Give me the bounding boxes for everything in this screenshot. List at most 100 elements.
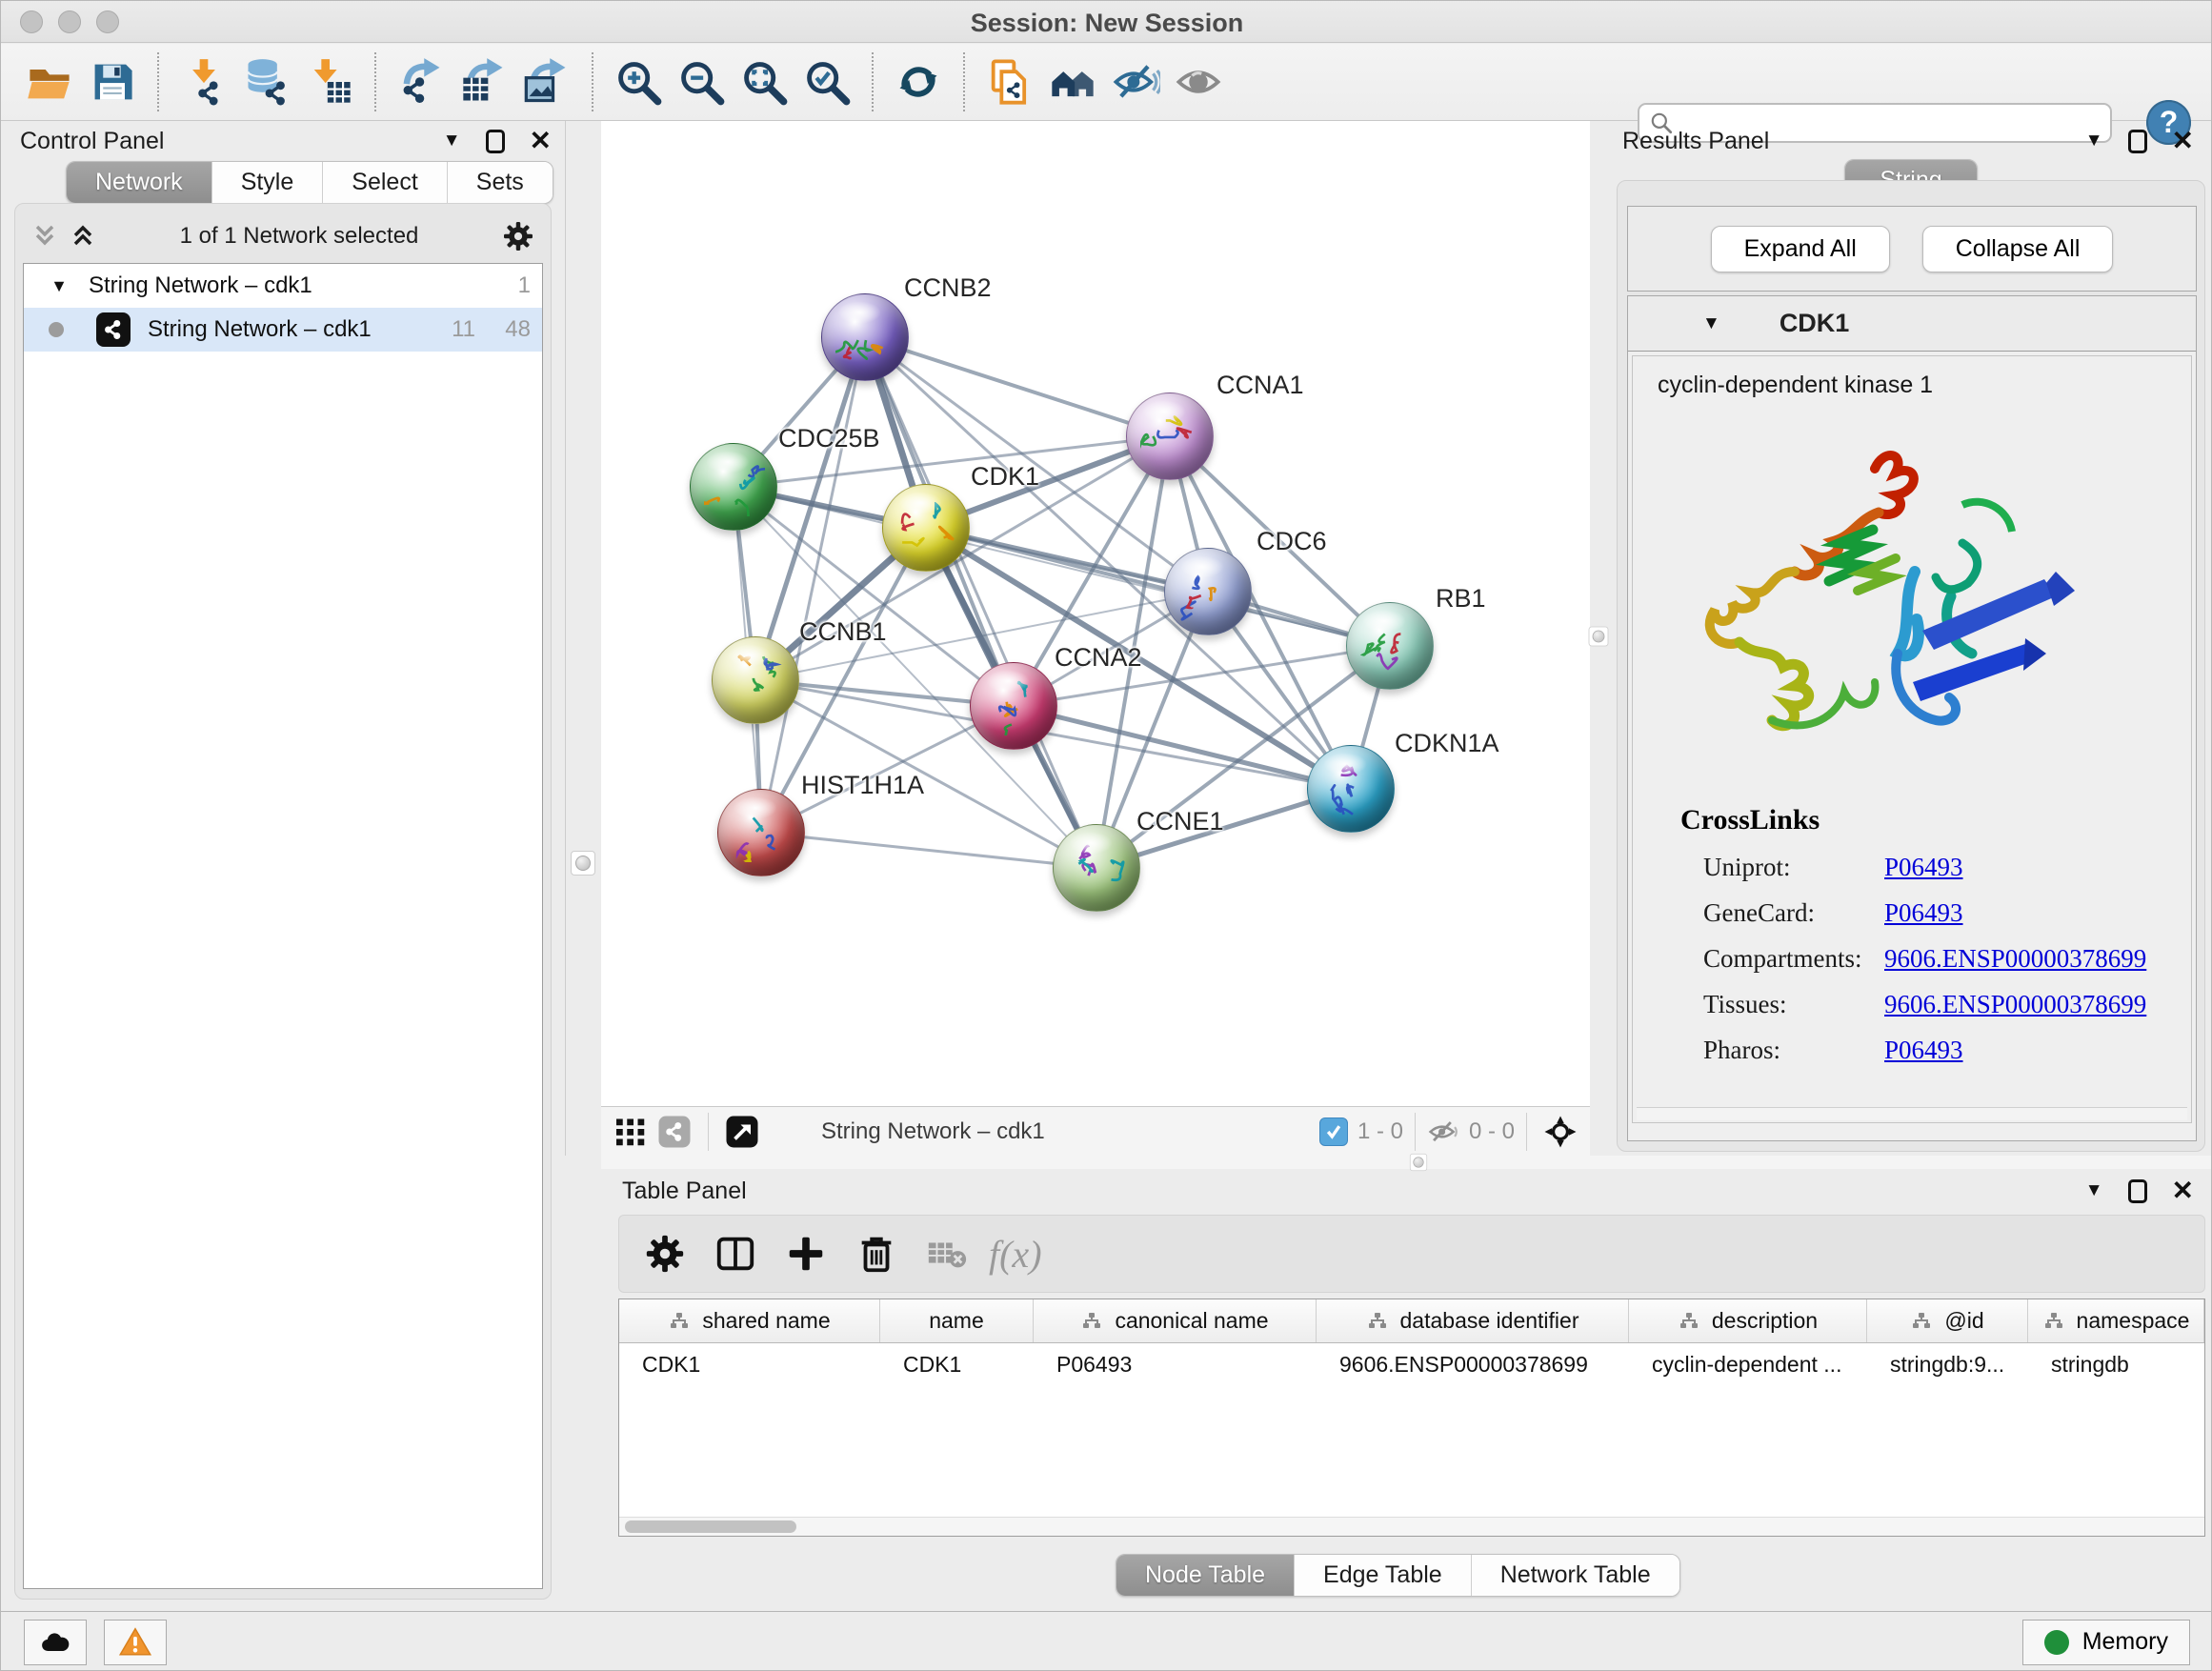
refresh-button[interactable] [887,51,950,112]
network-tree-row[interactable]: String Network – cdk11148 [24,308,542,352]
table-cell[interactable]: 9606.ENSP00000378699 [1317,1343,1629,1385]
zoom-selected-button[interactable] [795,51,858,112]
birdseye-grid-button[interactable] [609,1111,653,1153]
show-columns-button[interactable] [707,1225,764,1282]
network-edge[interactable] [761,833,1096,868]
network-node-cdc6[interactable] [1164,548,1252,635]
export-image-button[interactable] [515,51,578,112]
crosslink-link[interactable]: P06493 [1884,898,1963,928]
import-table-file-button[interactable] [298,51,361,112]
zoom-out-button[interactable] [670,51,733,112]
column-header-canonical-name[interactable]: canonical name [1034,1299,1317,1342]
column-header-description[interactable]: description [1629,1299,1867,1342]
crosslink-link[interactable]: P06493 [1884,853,1963,882]
network-node-ccnb1[interactable] [712,636,799,724]
results-panel-float-button[interactable] [2128,127,2147,155]
tab-network-table[interactable]: Network Table [1471,1555,1679,1596]
show-all-button[interactable] [1041,51,1104,112]
function-builder-button[interactable]: f(x) [989,1232,1042,1277]
table-panel-float-button[interactable] [2128,1177,2147,1205]
warnings-button[interactable] [104,1620,167,1665]
column-header-shared-name[interactable]: shared name [619,1299,880,1342]
network-node-ccne1[interactable] [1053,824,1140,912]
hide-selected-button[interactable] [1104,51,1167,112]
column-header-id[interactable]: @id [1867,1299,2028,1342]
table-row[interactable]: CDK1CDK1P064939606.ENSP00000378699cyclin… [619,1343,2204,1385]
control-panel-float-button[interactable] [486,127,505,155]
scrollbar-thumb[interactable] [625,1520,796,1533]
delete-table-button[interactable] [918,1225,975,1282]
network-tree-row[interactable]: ▼String Network – cdk11 [24,264,542,308]
crosslink-link[interactable]: 9606.ENSP00000378699 [1884,990,2146,1019]
table-options-button[interactable] [636,1225,694,1282]
tab-edge-table[interactable]: Edge Table [1294,1555,1471,1596]
open-in-browser-button[interactable] [720,1111,764,1153]
column-header-database-identifier[interactable]: database identifier [1317,1299,1629,1342]
network-node-cdk1[interactable] [882,484,970,572]
table-tabs: Node TableEdge TableNetwork Table [1116,1554,1680,1597]
network-node-ccnb2[interactable] [821,293,909,381]
network-edge[interactable] [761,337,865,833]
control-panel-menu-button[interactable]: ▼ [443,127,461,155]
crosslink-link[interactable]: P06493 [1884,1036,1963,1065]
table-cell[interactable]: stringdb:9... [1867,1343,2028,1385]
splitter-network-table[interactable] [601,1156,2212,1169]
network-node-cdkn1a[interactable] [1307,745,1395,833]
open-session-button[interactable] [18,51,81,112]
string-network-badge-button[interactable] [653,1111,696,1153]
table-cell[interactable]: stringdb [2028,1343,2204,1385]
table-cell[interactable]: cyclin-dependent ... [1629,1343,1867,1385]
table-horizontal-scrollbar[interactable] [619,1517,2204,1536]
column-header-namespace[interactable]: namespace [2028,1299,2204,1342]
splitter-grip[interactable] [571,851,595,876]
splitter-grip[interactable] [1589,627,1609,647]
show-graphics-details-button[interactable] [1167,51,1230,112]
tab-network[interactable]: Network [67,162,211,203]
import-network-file-button[interactable] [172,51,235,112]
collapse-all-button[interactable]: Collapse All [1922,226,2114,272]
zoom-in-button[interactable] [607,51,670,112]
network-node-ccna1[interactable] [1126,393,1214,480]
network-options-button[interactable] [501,222,535,251]
tab-select[interactable]: Select [322,162,446,203]
tab-sets[interactable]: Sets [447,162,553,203]
tab-node-table[interactable]: Node Table [1116,1555,1294,1596]
table-panel-close-button[interactable]: ✕ [2172,1177,2194,1205]
tab-style[interactable]: Style [211,162,323,203]
column-header-name[interactable]: name [880,1299,1034,1342]
navigator-button[interactable] [1538,1111,1582,1153]
splitter-control-network[interactable] [565,121,601,1156]
network-node-hist1h1a[interactable] [717,789,805,876]
protein-header-row[interactable]: ▼ CDK1 [1628,296,2196,352]
tree-expander-icon[interactable]: ▼ [47,276,71,296]
network-node-ccna2[interactable] [970,662,1057,750]
results-scrollbar[interactable] [1637,1107,2187,1120]
network-node-cdc25b[interactable] [690,443,777,531]
network-canvas[interactable]: CCNB2CCNA1CDC25BCDK1CDC6RB1CCNB1CCNA2CDK… [601,121,1590,1106]
table-cell[interactable]: CDK1 [619,1343,880,1385]
collapse-all-networks-button[interactable] [30,220,59,252]
splitter-network-results[interactable] [1590,121,1609,1156]
table-cell[interactable]: P06493 [1034,1343,1317,1385]
memory-button[interactable]: Memory [2022,1620,2190,1665]
create-column-button[interactable] [777,1225,835,1282]
zoom-fit-button[interactable] [733,51,795,112]
delete-column-button[interactable] [848,1225,905,1282]
cloud-status-button[interactable] [24,1620,87,1665]
network-edge[interactable] [865,337,1170,436]
expand-all-networks-button[interactable] [69,220,97,252]
copy-network-button[interactable] [978,51,1041,112]
results-panel-close-button[interactable]: ✕ [2172,127,2194,155]
table-panel-menu-button[interactable]: ▼ [2085,1177,2103,1205]
crosslink-link[interactable]: 9606.ENSP00000378699 [1884,944,2146,974]
selected-checkbox-icon[interactable] [1319,1117,1348,1146]
expand-all-button[interactable]: Expand All [1711,226,1890,272]
save-session-button[interactable] [81,51,144,112]
import-network-database-button[interactable] [235,51,298,112]
export-network-button[interactable] [390,51,452,112]
table-cell[interactable]: CDK1 [880,1343,1034,1385]
network-node-rb1[interactable] [1346,602,1434,690]
control-panel-close-button[interactable]: ✕ [530,127,552,155]
results-panel-menu-button[interactable]: ▼ [2085,127,2103,155]
export-table-button[interactable] [452,51,515,112]
